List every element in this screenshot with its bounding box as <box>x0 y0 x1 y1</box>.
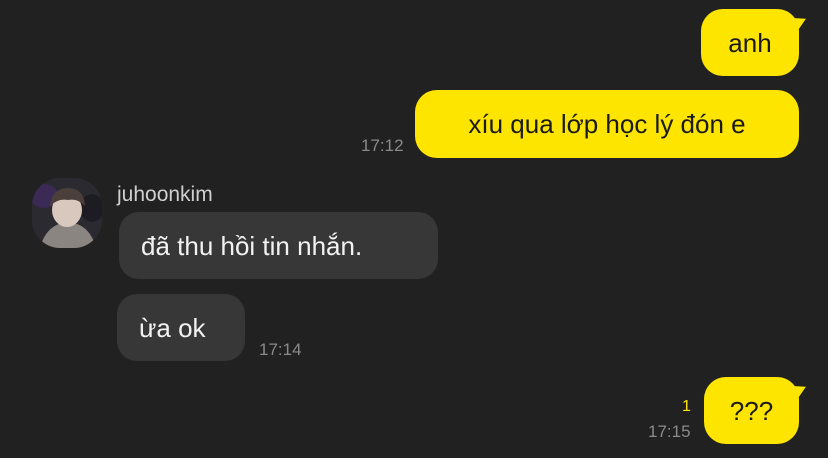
message-bubble-incoming[interactable]: ừa ok <box>117 294 245 361</box>
message-timestamp: 17:14 <box>259 340 302 359</box>
message-bubble-outgoing[interactable]: ??? <box>704 377 799 444</box>
message-timestamp: 17:15 <box>648 422 691 441</box>
message-text: anh <box>728 27 772 58</box>
message-text: ??? <box>729 395 774 426</box>
message-bubble-outgoing[interactable]: xíu qua lớp học lý đón e <box>415 90 799 158</box>
message-bubble-outgoing[interactable]: anh <box>701 9 799 76</box>
avatar[interactable] <box>32 178 102 248</box>
profile-photo <box>32 178 102 248</box>
unread-count: 1 <box>682 398 691 415</box>
message-text: đã thu hồi tin nhắn. <box>141 230 363 261</box>
message-text: xíu qua lớp học lý đón e <box>468 109 746 139</box>
message-bubble-incoming[interactable]: đã thu hồi tin nhắn. <box>119 212 438 279</box>
message-timestamp: 17:12 <box>361 136 404 155</box>
message-text: ừa ok <box>139 312 206 343</box>
sender-name: juhoonkim <box>117 183 213 206</box>
